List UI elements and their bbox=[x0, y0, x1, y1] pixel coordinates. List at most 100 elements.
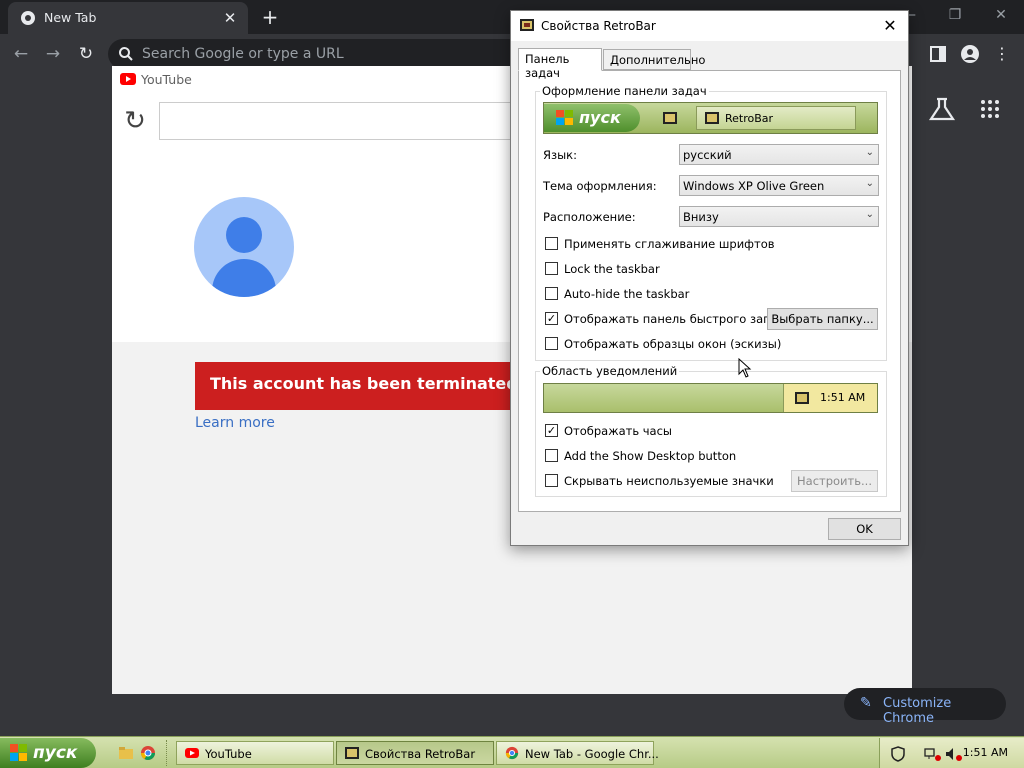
chevron-down-icon: ⌄ bbox=[865, 147, 874, 158]
tray-preview-clock-text: 1:51 AM bbox=[820, 391, 866, 404]
youtube-logo-icon bbox=[120, 73, 136, 85]
windows-flag-icon bbox=[556, 110, 573, 125]
taskbar-item-label: Свойства RetroBar bbox=[365, 747, 476, 761]
close-window-icon[interactable]: ✕ bbox=[978, 0, 1024, 30]
xp-taskbar: пуск YouTube Свойства RetroBar New Tab -… bbox=[0, 736, 1024, 768]
chevron-down-icon: ⌄ bbox=[865, 209, 874, 220]
learn-more-link[interactable]: Learn more bbox=[195, 415, 275, 431]
dialog-body: Панель задач Дополнительно Оформление па… bbox=[511, 41, 908, 545]
language-select[interactable]: русский ⌄ bbox=[679, 144, 879, 165]
profile-icon[interactable] bbox=[959, 43, 981, 65]
show-desktop-checkbox[interactable] bbox=[545, 449, 558, 462]
avatar-body bbox=[212, 259, 276, 297]
chrome-icon[interactable] bbox=[140, 745, 156, 761]
font-smoothing-checkbox[interactable] bbox=[545, 237, 558, 250]
retrobar-app-icon bbox=[345, 747, 359, 759]
quick-launch-label: Отображать панель быстрого запуска bbox=[564, 312, 798, 326]
quick-launch-checkbox[interactable]: ✓ bbox=[545, 312, 558, 325]
preview-start-label: пуск bbox=[579, 108, 621, 127]
dialog-titlebar[interactable]: Свойства RetroBar ✕ bbox=[511, 11, 908, 41]
reload-icon[interactable]: ↻ bbox=[75, 43, 97, 65]
theme-value: Windows XP Olive Green bbox=[683, 179, 825, 193]
ok-button[interactable]: OK bbox=[828, 518, 901, 540]
taskbar-separator bbox=[166, 740, 169, 766]
retrobar-app-icon bbox=[663, 112, 677, 124]
close-icon[interactable]: ✕ bbox=[878, 15, 902, 37]
pencil-icon: ✎ bbox=[860, 695, 872, 711]
language-value: русский bbox=[683, 148, 732, 162]
position-value: Внизу bbox=[683, 210, 719, 224]
taskbar-preview: пуск RetroBar bbox=[543, 102, 878, 134]
position-label: Расположение: bbox=[543, 210, 636, 224]
taskbar-item-chrome[interactable]: New Tab - Google Chr... bbox=[496, 741, 659, 765]
show-clock-checkbox[interactable]: ✓ bbox=[545, 424, 558, 437]
dialog-title: Свойства RetroBar bbox=[541, 19, 656, 33]
autohide-label: Auto-hide the taskbar bbox=[564, 287, 690, 301]
taskbar-item-youtube[interactable]: YouTube bbox=[176, 741, 334, 765]
tab-taskbar[interactable]: Панель задач bbox=[518, 48, 602, 80]
position-select[interactable]: Внизу ⌄ bbox=[679, 206, 879, 227]
explorer-icon[interactable] bbox=[118, 745, 134, 761]
retrobar-app-icon bbox=[520, 19, 534, 31]
volume-icon[interactable] bbox=[944, 746, 964, 762]
chevron-down-icon: ⌄ bbox=[865, 178, 874, 189]
choose-folder-button[interactable]: Выбрать папку... bbox=[767, 308, 878, 330]
lock-taskbar-label: Lock the taskbar bbox=[564, 262, 660, 276]
preview-task-label: RetroBar bbox=[725, 112, 774, 125]
apps-grid-icon[interactable] bbox=[980, 99, 1000, 119]
search-icon bbox=[119, 47, 133, 61]
language-label: Язык: bbox=[543, 148, 578, 162]
site-name: YouTube bbox=[141, 72, 192, 87]
windows-flag-icon bbox=[10, 744, 27, 761]
customize-chrome-button[interactable]: ✎ Customize Chrome bbox=[844, 688, 1006, 726]
menu-icon[interactable]: ⋮ bbox=[991, 43, 1013, 65]
mouse-cursor-icon bbox=[738, 358, 752, 378]
start-label: пуск bbox=[33, 743, 78, 763]
youtube-icon bbox=[185, 748, 199, 758]
chrome-icon bbox=[505, 746, 519, 760]
notification-area-group: Область уведомлений 1:51 AM ✓ Отображать… bbox=[535, 364, 887, 497]
retrobar-properties-dialog: Свойства RetroBar ✕ Панель задач Дополни… bbox=[510, 10, 909, 546]
labs-icon[interactable] bbox=[925, 95, 959, 123]
shield-icon[interactable] bbox=[890, 746, 906, 762]
start-button[interactable]: пуск bbox=[0, 738, 96, 768]
customize-tray-button[interactable]: Настроить... bbox=[791, 470, 878, 492]
theme-select[interactable]: Windows XP Olive Green ⌄ bbox=[679, 175, 879, 196]
thumbnails-checkbox[interactable] bbox=[545, 337, 558, 350]
chrome-icon bbox=[21, 11, 35, 25]
taskbar-item-retrobar[interactable]: Свойства RetroBar bbox=[336, 741, 494, 765]
restore-icon[interactable]: ❐ bbox=[932, 0, 978, 30]
page-reload-button[interactable]: ↻ bbox=[116, 102, 154, 140]
reload-icon: ↻ bbox=[124, 106, 146, 136]
preview-task-button: RetroBar bbox=[696, 106, 856, 130]
back-icon[interactable]: ← bbox=[10, 43, 32, 65]
network-icon[interactable] bbox=[924, 746, 944, 762]
show-desktop-label: Add the Show Desktop button bbox=[564, 449, 737, 463]
plus-icon[interactable]: + bbox=[258, 5, 282, 29]
preview-start-button: пуск bbox=[544, 104, 640, 132]
avatar-head bbox=[226, 217, 262, 253]
appearance-group: Оформление панели задач пуск RetroBar Яз… bbox=[535, 84, 887, 361]
taskbar-clock[interactable]: 1:51 AM bbox=[963, 746, 1008, 759]
retrobar-app-icon bbox=[795, 392, 809, 404]
tab-advanced[interactable]: Дополнительно bbox=[603, 49, 705, 70]
tab-title: New Tab bbox=[44, 10, 97, 25]
appearance-group-title: Оформление панели задач bbox=[540, 84, 709, 98]
sidebar-icon[interactable] bbox=[927, 43, 949, 65]
theme-label: Тема оформления: bbox=[543, 179, 657, 193]
close-icon[interactable]: ✕ bbox=[220, 8, 240, 28]
tab-new-tab[interactable]: New Tab ✕ bbox=[8, 2, 248, 34]
system-tray: 1:51 AM bbox=[879, 738, 1024, 768]
lock-taskbar-checkbox[interactable] bbox=[545, 262, 558, 275]
hide-icons-checkbox[interactable] bbox=[545, 474, 558, 487]
autohide-checkbox[interactable] bbox=[545, 287, 558, 300]
avatar bbox=[194, 197, 294, 297]
thumbnails-label: Отображать образцы окон (эскизы) bbox=[564, 337, 782, 351]
taskbar-item-label: New Tab - Google Chr... bbox=[525, 747, 659, 761]
customize-label: Customize Chrome bbox=[883, 696, 952, 726]
show-clock-label: Отображать часы bbox=[564, 424, 673, 438]
tray-preview: 1:51 AM bbox=[543, 383, 878, 413]
font-smoothing-label: Применять сглаживание шрифтов bbox=[564, 237, 775, 251]
forward-icon[interactable]: → bbox=[42, 43, 64, 65]
tab-panel-taskbar: Оформление панели задач пуск RetroBar Яз… bbox=[518, 70, 901, 512]
